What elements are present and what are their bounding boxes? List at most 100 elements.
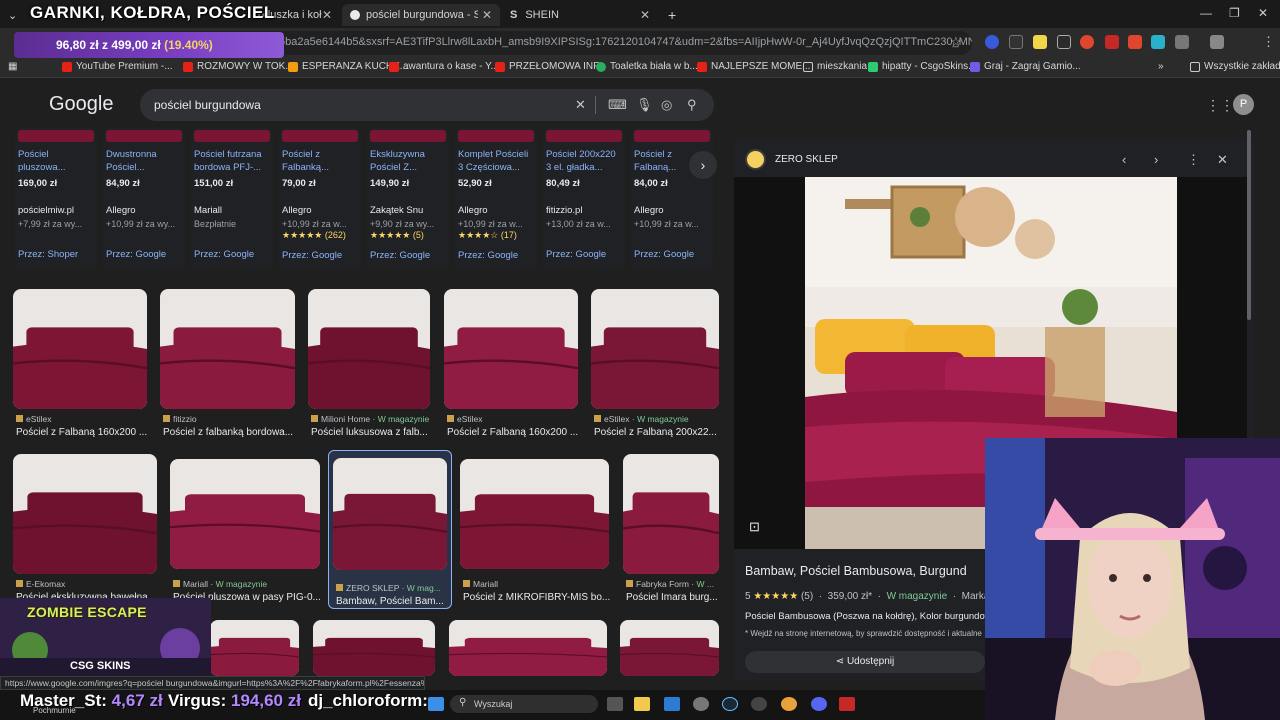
provider-link[interactable]: Przez: Google bbox=[282, 250, 358, 261]
provider-link[interactable]: Przez: Shoper bbox=[18, 249, 94, 260]
microphone-icon[interactable]: 🎙 bbox=[636, 97, 653, 113]
image-title[interactable]: Pościel z Falbaną 160x200 ... bbox=[16, 427, 147, 438]
puzzle-icon[interactable] bbox=[1175, 35, 1189, 49]
tab-2[interactable]: pościel burgundowa - Szukaj w ✕ bbox=[342, 4, 500, 26]
image-result-thumbnail[interactable] bbox=[591, 289, 719, 409]
app-icon[interactable] bbox=[839, 697, 855, 711]
extension-icon[interactable] bbox=[1033, 35, 1047, 49]
close-icon[interactable]: ✕ bbox=[640, 8, 650, 22]
minimize-icon[interactable]: — bbox=[1200, 6, 1212, 20]
close-icon[interactable]: ✕ bbox=[482, 8, 492, 22]
media-icon[interactable] bbox=[1210, 35, 1224, 49]
windows-start-icon[interactable] bbox=[428, 697, 444, 711]
restore-icon[interactable]: ❐ bbox=[1229, 6, 1240, 20]
chrome-icon[interactable] bbox=[781, 697, 797, 711]
bookmark-item[interactable]: Graj - Zagraj Gamio... bbox=[970, 61, 1081, 72]
extension-icon[interactable] bbox=[1151, 35, 1165, 49]
bookmark-folder[interactable]: Wszystkie zakładki bbox=[1190, 61, 1280, 72]
provider-link[interactable]: Przez: Google bbox=[458, 250, 534, 261]
image-result-thumbnail[interactable] bbox=[623, 454, 719, 574]
image-title[interactable]: Pościel luksusowa z falb... bbox=[311, 427, 428, 438]
account-avatar[interactable]: P bbox=[1233, 94, 1254, 115]
provider-link[interactable]: Przez: Google bbox=[106, 249, 182, 260]
chevron-right-icon[interactable]: » bbox=[1158, 61, 1164, 72]
image-title[interactable]: Pościel z Falbaną 200x22... bbox=[594, 427, 717, 438]
close-window-icon[interactable]: ✕ bbox=[1258, 6, 1268, 20]
bookmark-item[interactable]: PRZEŁOMOWA INF... bbox=[495, 61, 606, 72]
provider-link[interactable]: Przez: Google bbox=[194, 249, 270, 260]
clear-icon[interactable]: ✕ bbox=[575, 97, 586, 113]
tab-menu-button[interactable]: ⌄ bbox=[4, 4, 24, 26]
image-result-thumbnail[interactable] bbox=[13, 454, 157, 574]
star-icon[interactable]: ☆ bbox=[950, 34, 962, 50]
search-icon[interactable]: ⚲ bbox=[687, 97, 697, 113]
share-button[interactable]: ⋖ Udostępnij bbox=[745, 651, 985, 673]
bookmark-item[interactable]: NAJLEPSZE MOME... bbox=[697, 61, 810, 72]
image-title[interactable]: Pościel z falbanką bordowa... bbox=[163, 427, 293, 438]
image-result-thumbnail[interactable] bbox=[333, 458, 447, 570]
image-result-thumbnail[interactable] bbox=[444, 289, 578, 409]
shield-icon[interactable] bbox=[1128, 35, 1142, 49]
settings-icon[interactable] bbox=[693, 697, 709, 711]
new-tab-button[interactable]: + bbox=[660, 4, 680, 26]
shopping-card[interactable]: Pościel z Falbaną... 84,00 zł Allegro +10,9… bbox=[631, 128, 713, 268]
bookmark-folder[interactable]: mieszkania bbox=[803, 61, 867, 72]
shopping-card[interactable]: Pościel 200x220 3 el. gładka... 80,49 zł f… bbox=[543, 128, 625, 268]
image-title[interactable]: Bambaw, Pościel Bam... bbox=[336, 596, 444, 607]
apps-icon[interactable]: ▦ bbox=[8, 61, 17, 72]
shopping-card[interactable]: Komplet Pościeli 3 Częściowa... 52,90 zł A… bbox=[455, 128, 537, 268]
close-icon[interactable]: ✕ bbox=[322, 8, 332, 22]
extension-icon[interactable] bbox=[985, 35, 999, 49]
task-view-icon[interactable] bbox=[607, 697, 623, 711]
image-result-thumbnail[interactable] bbox=[210, 620, 299, 676]
lens-icon[interactable]: ⊡ bbox=[749, 519, 760, 535]
menu-icon[interactable]: ⋮ bbox=[1262, 34, 1275, 50]
provider-link[interactable]: Przez: Google bbox=[370, 250, 446, 261]
image-title[interactable]: Pościel z Falbaną 160x200 ... bbox=[447, 427, 578, 438]
extension-icon[interactable] bbox=[1009, 35, 1023, 49]
image-result-thumbnail[interactable] bbox=[460, 459, 609, 569]
discord-icon[interactable] bbox=[811, 697, 827, 711]
shopping-card[interactable]: Pościel pluszowa... 169,00 zł pościelmiw.p… bbox=[15, 128, 97, 268]
google-apps-icon[interactable]: ⋮⋮ bbox=[1206, 97, 1234, 114]
keyboard-icon[interactable]: ⌨ bbox=[608, 97, 627, 113]
extension-icon[interactable] bbox=[1057, 35, 1071, 49]
steam-icon[interactable] bbox=[722, 697, 738, 711]
google-logo[interactable]: Google bbox=[49, 93, 114, 116]
store-name[interactable]: ZERO SKLEP bbox=[775, 154, 838, 165]
search-input[interactable]: pościel burgundowa bbox=[140, 89, 714, 121]
image-result-thumbnail[interactable] bbox=[308, 289, 430, 409]
taskbar-search[interactable]: Wyszukaj bbox=[450, 695, 598, 713]
provider-link[interactable]: Przez: Google bbox=[634, 249, 710, 260]
scrollbar[interactable] bbox=[1247, 130, 1251, 320]
shopping-card[interactable]: Pościel z Falbanką... 79,00 zł Allegro +10,… bbox=[279, 128, 361, 268]
bookmark-item[interactable]: ROZMOWY W TOK... bbox=[183, 61, 294, 72]
more-icon[interactable]: ⋮ bbox=[1187, 152, 1200, 168]
chevron-right-icon[interactable]: › bbox=[1154, 152, 1158, 167]
file-explorer-icon[interactable] bbox=[634, 697, 650, 711]
bookmark-item[interactable]: awantura o kase - Y... bbox=[389, 61, 499, 72]
app-icon[interactable] bbox=[751, 697, 767, 711]
store-icon[interactable] bbox=[664, 697, 680, 711]
image-title[interactable]: Pościel z MIKROFIBRY-MIŚ bo... bbox=[463, 592, 610, 603]
bookmark-item[interactable]: YouTube Premium -... bbox=[62, 61, 173, 72]
image-result-thumbnail[interactable] bbox=[620, 620, 719, 676]
shopping-card[interactable]: Ekskluzywna Pościel Z... 149,90 zł Zakątek… bbox=[367, 128, 449, 268]
image-result-thumbnail[interactable] bbox=[160, 289, 295, 409]
bookmark-item[interactable]: Toaletka biała w b... bbox=[596, 61, 698, 72]
chevron-left-icon[interactable]: ‹ bbox=[1122, 152, 1126, 167]
provider-link[interactable]: Przez: Google bbox=[546, 249, 622, 260]
tab-3[interactable]: S SHEIN ✕ bbox=[502, 4, 658, 26]
image-title[interactable]: Pościel Imara burg... bbox=[626, 592, 718, 603]
product-title[interactable]: Bambaw, Pościel Bambusowa, Burgund bbox=[745, 564, 967, 578]
close-icon[interactable]: ✕ bbox=[1217, 152, 1228, 168]
image-result-thumbnail[interactable] bbox=[13, 289, 147, 409]
image-result-thumbnail[interactable] bbox=[170, 459, 320, 569]
adblock-icon[interactable] bbox=[1105, 35, 1119, 49]
chevron-right-icon[interactable]: › bbox=[689, 151, 717, 179]
image-result-thumbnail[interactable] bbox=[313, 620, 435, 676]
image-result-thumbnail[interactable] bbox=[449, 620, 607, 676]
lens-icon[interactable]: ◎ bbox=[661, 97, 672, 113]
shopping-card[interactable]: Dwustronna Pościel... 84,90 zł Allegro +10,… bbox=[103, 128, 185, 268]
bookmark-item[interactable]: hipatty - CsgoSkins... bbox=[868, 61, 976, 72]
